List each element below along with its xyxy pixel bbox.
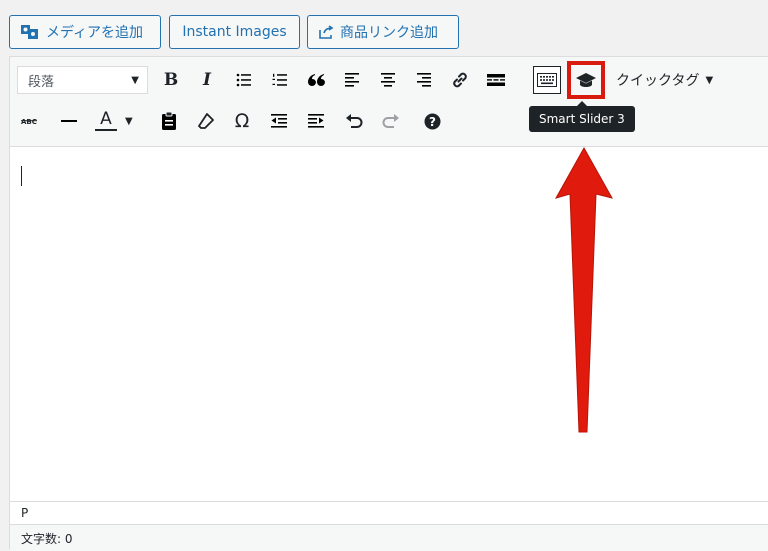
- element-path-label: P: [21, 506, 29, 520]
- element-path: P: [10, 501, 768, 524]
- instant-images-button[interactable]: Instant Images: [169, 15, 300, 49]
- quicktag-dropdown[interactable]: クイックタグ ▼: [616, 66, 713, 94]
- editor-toolbar: 段落 ▼ B I クイックタグ ▼ ABC A ▼ Ω ?: [10, 57, 768, 147]
- undo-icon[interactable]: [340, 107, 368, 135]
- indent-icon[interactable]: [302, 107, 330, 135]
- bulleted-list-icon[interactable]: [230, 66, 258, 94]
- chevron-down-icon: ▼: [131, 74, 139, 86]
- bold-button[interactable]: B: [157, 66, 185, 94]
- read-more-icon[interactable]: [482, 66, 510, 94]
- add-media-button[interactable]: メディアを追加: [9, 15, 161, 49]
- quicktag-label: クイックタグ: [616, 73, 700, 89]
- omega-label: Ω: [234, 110, 250, 132]
- strikethrough-icon[interactable]: ABC: [18, 107, 46, 135]
- format-select-value: 段落: [28, 74, 55, 90]
- editor-content-area[interactable]: [10, 147, 768, 499]
- link-icon[interactable]: [446, 66, 474, 94]
- chevron-down-icon: ▼: [705, 74, 714, 86]
- horizontal-line-icon[interactable]: [55, 107, 83, 135]
- eraser-icon[interactable]: [192, 107, 220, 135]
- add-product-link-label: 商品リンク追加: [340, 25, 438, 41]
- word-count: 文字数: 0: [10, 524, 768, 551]
- redo-icon[interactable]: [377, 107, 405, 135]
- smart-slider-tooltip: Smart Slider 3: [529, 101, 635, 132]
- paste-as-text-icon[interactable]: [155, 107, 183, 135]
- svg-text:ABC: ABC: [21, 118, 37, 126]
- editor: 段落 ▼ B I クイックタグ ▼ ABC A ▼ Ω ? P 文字数: 0: [9, 56, 768, 551]
- italic-button[interactable]: I: [193, 66, 221, 94]
- align-left-icon[interactable]: [338, 66, 366, 94]
- media-icon: [20, 23, 40, 41]
- text-color-button[interactable]: A ▼: [93, 107, 137, 135]
- chevron-down-icon: ▼: [125, 115, 133, 127]
- format-select[interactable]: 段落 ▼: [17, 66, 148, 94]
- special-character-button[interactable]: Ω: [228, 107, 256, 135]
- italic-label: I: [203, 70, 211, 90]
- graduation-cap-icon: [576, 72, 596, 88]
- tooltip-label: Smart Slider 3: [539, 112, 625, 126]
- text-color-label: A: [100, 109, 112, 129]
- smart-slider-button[interactable]: [567, 61, 605, 99]
- svg-text:?: ?: [429, 115, 436, 129]
- toolbar-toggle-icon[interactable]: [533, 66, 561, 94]
- align-center-icon[interactable]: [374, 66, 402, 94]
- help-icon[interactable]: ?: [418, 107, 446, 135]
- text-color-swatch: [95, 129, 117, 131]
- bold-label: B: [163, 70, 179, 90]
- text-cursor: [21, 166, 22, 186]
- blockquote-icon[interactable]: [302, 66, 330, 94]
- outdent-icon[interactable]: [265, 107, 293, 135]
- align-right-icon[interactable]: [410, 66, 438, 94]
- instant-images-label: Instant Images: [182, 24, 287, 40]
- add-product-link-button[interactable]: 商品リンク追加: [307, 15, 459, 49]
- add-media-label: メディアを追加: [46, 25, 144, 41]
- share-icon: [318, 25, 334, 39]
- numbered-list-icon[interactable]: [266, 66, 294, 94]
- word-count-label: 文字数: 0: [21, 531, 73, 546]
